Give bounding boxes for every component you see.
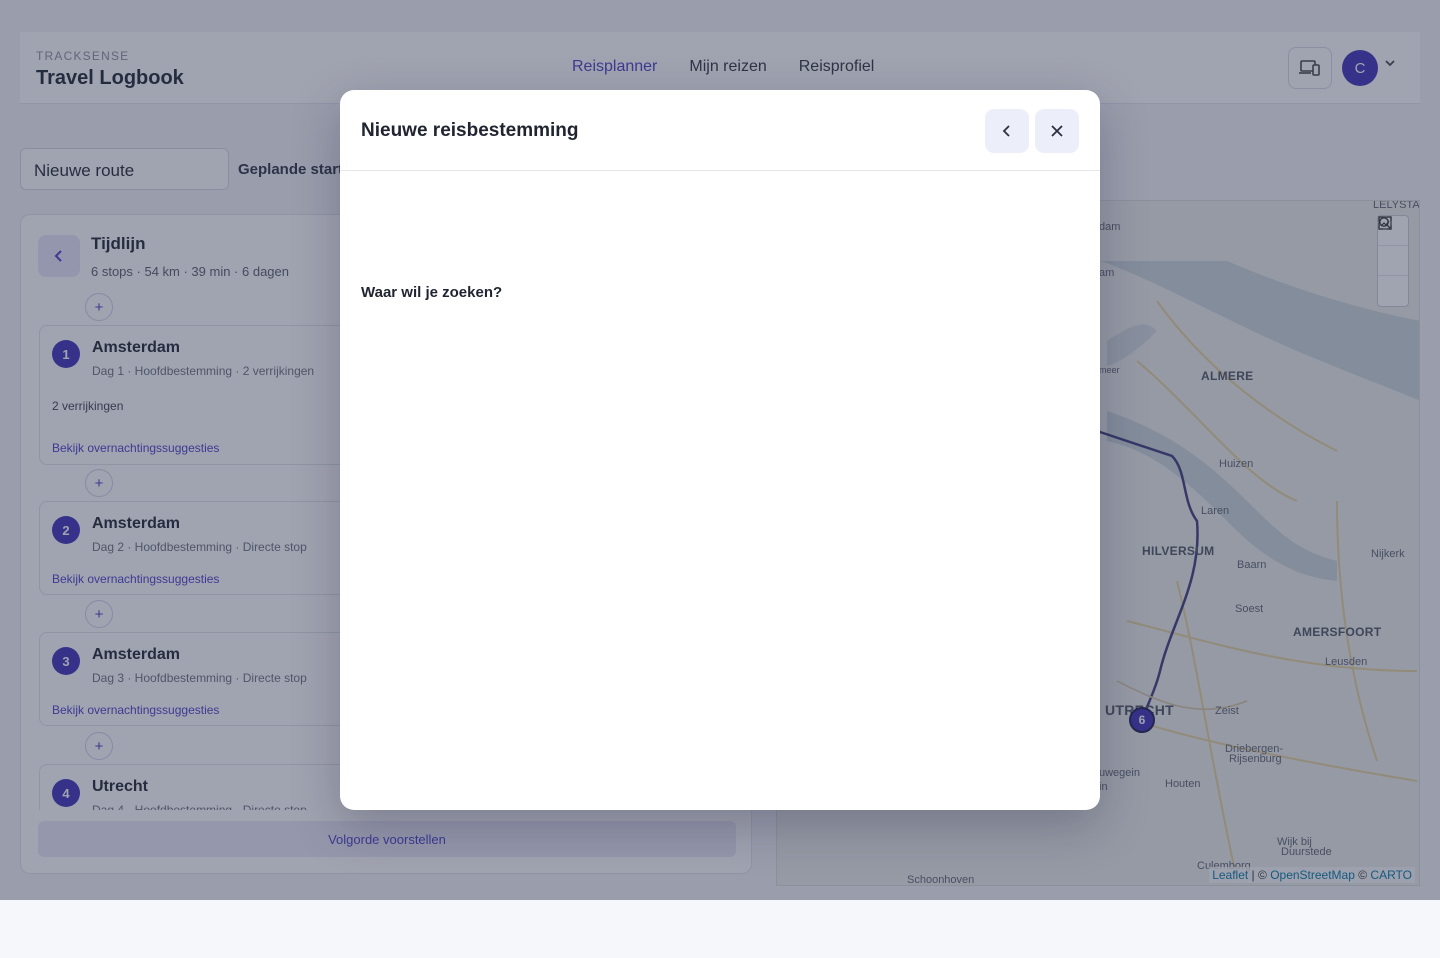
search-scope-label: Waar wil je zoeken? (361, 284, 503, 301)
chevron-left-icon (1002, 125, 1010, 137)
new-destination-modal: Nieuwe reisbestemming Waar wil je zoeken… (340, 90, 1100, 810)
modal-back-button[interactable] (985, 109, 1029, 153)
modal-title: Nieuwe reisbestemming (361, 120, 579, 141)
close-icon (1051, 125, 1063, 137)
modal-close-button[interactable] (1035, 109, 1079, 153)
modal-body: Waar wil je zoeken? (340, 172, 1100, 736)
modal-header: Nieuwe reisbestemming (340, 90, 1100, 171)
